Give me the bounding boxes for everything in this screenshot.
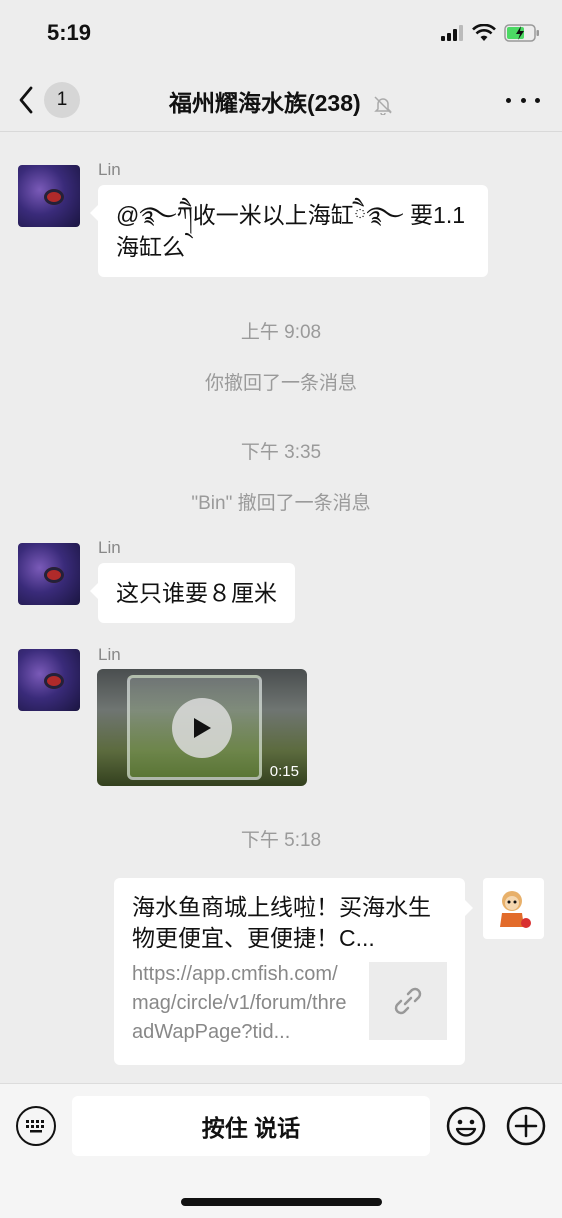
hold-to-talk-button[interactable]: 按住 说话 (72, 1096, 430, 1156)
status-icons (440, 24, 540, 42)
play-icon (194, 718, 211, 738)
video-message[interactable]: 0:15 (97, 669, 307, 786)
message-bubble[interactable]: 这只谁要８厘米 (90, 563, 295, 623)
avatar[interactable] (18, 165, 80, 227)
more-dot (535, 97, 540, 103)
status-bar: 5:19 (0, 0, 562, 68)
link-thumbnail (369, 962, 447, 1040)
plus-icon[interactable] (506, 1106, 546, 1146)
timestamp: 下午 3:35 (240, 442, 322, 463)
signal-icon (441, 25, 463, 41)
avatar[interactable] (18, 649, 80, 711)
chat-title: 福州耀海水族(238) (0, 84, 562, 118)
more-dot (520, 97, 526, 103)
wifi-icon (472, 24, 496, 41)
avatar-fish (44, 567, 64, 583)
play-button[interactable] (172, 698, 232, 758)
battery-icon (504, 24, 539, 42)
chat-title-text: 福州耀海水族(238) (168, 90, 361, 116)
sender-name: Lin (98, 538, 121, 557)
sender-name: Lin (98, 645, 121, 664)
bell-off-icon (374, 96, 392, 115)
link-card[interactable]: 海水鱼商城上线啦！买海水生物更便宜、更便捷！C... https://app.c… (114, 878, 473, 1065)
keyboard-icon (26, 1120, 44, 1133)
avatar[interactable] (18, 543, 80, 605)
timestamp: 下午 5:18 (240, 830, 322, 851)
sender-name: Lin (98, 160, 121, 179)
system-message: 你撤回了一条消息 (204, 373, 357, 394)
chat-messages[interactable]: Lin @࿐ཀ྄ཻ收一米以上海缸ཻ࿐ 要1.1海缸么 上午 9:08 你撤回了一… (0, 133, 562, 1083)
more-button[interactable] (506, 90, 540, 110)
my-avatar[interactable] (483, 878, 544, 939)
video-duration: 0:15 (269, 763, 299, 780)
link-url: https://app.cmfish.com/mag/circle/v1/for… (132, 963, 347, 1043)
status-time: 5:19 (47, 20, 92, 45)
home-indicator[interactable] (181, 1198, 382, 1206)
timestamp: 上午 9:08 (240, 322, 322, 343)
message-bubble[interactable]: @࿐ཀ྄ཻ收一米以上海缸ཻ࿐ 要1.1海缸么 (90, 185, 488, 277)
keyboard-button[interactable] (16, 1106, 56, 1146)
avatar-fish (44, 189, 64, 205)
cartoon-avatar-icon (499, 890, 531, 928)
emoji-icon[interactable] (446, 1106, 486, 1146)
avatar-fish (44, 673, 64, 689)
system-message: "Bin" 撤回了一条消息 (191, 493, 371, 514)
more-icon (506, 97, 511, 103)
link-title: 海水鱼商城上线啦！买海水生物更便宜、更便捷！C... (132, 894, 431, 951)
link-icon (394, 987, 422, 1015)
chat-header: 1 福州耀海水族(238) (0, 68, 562, 132)
